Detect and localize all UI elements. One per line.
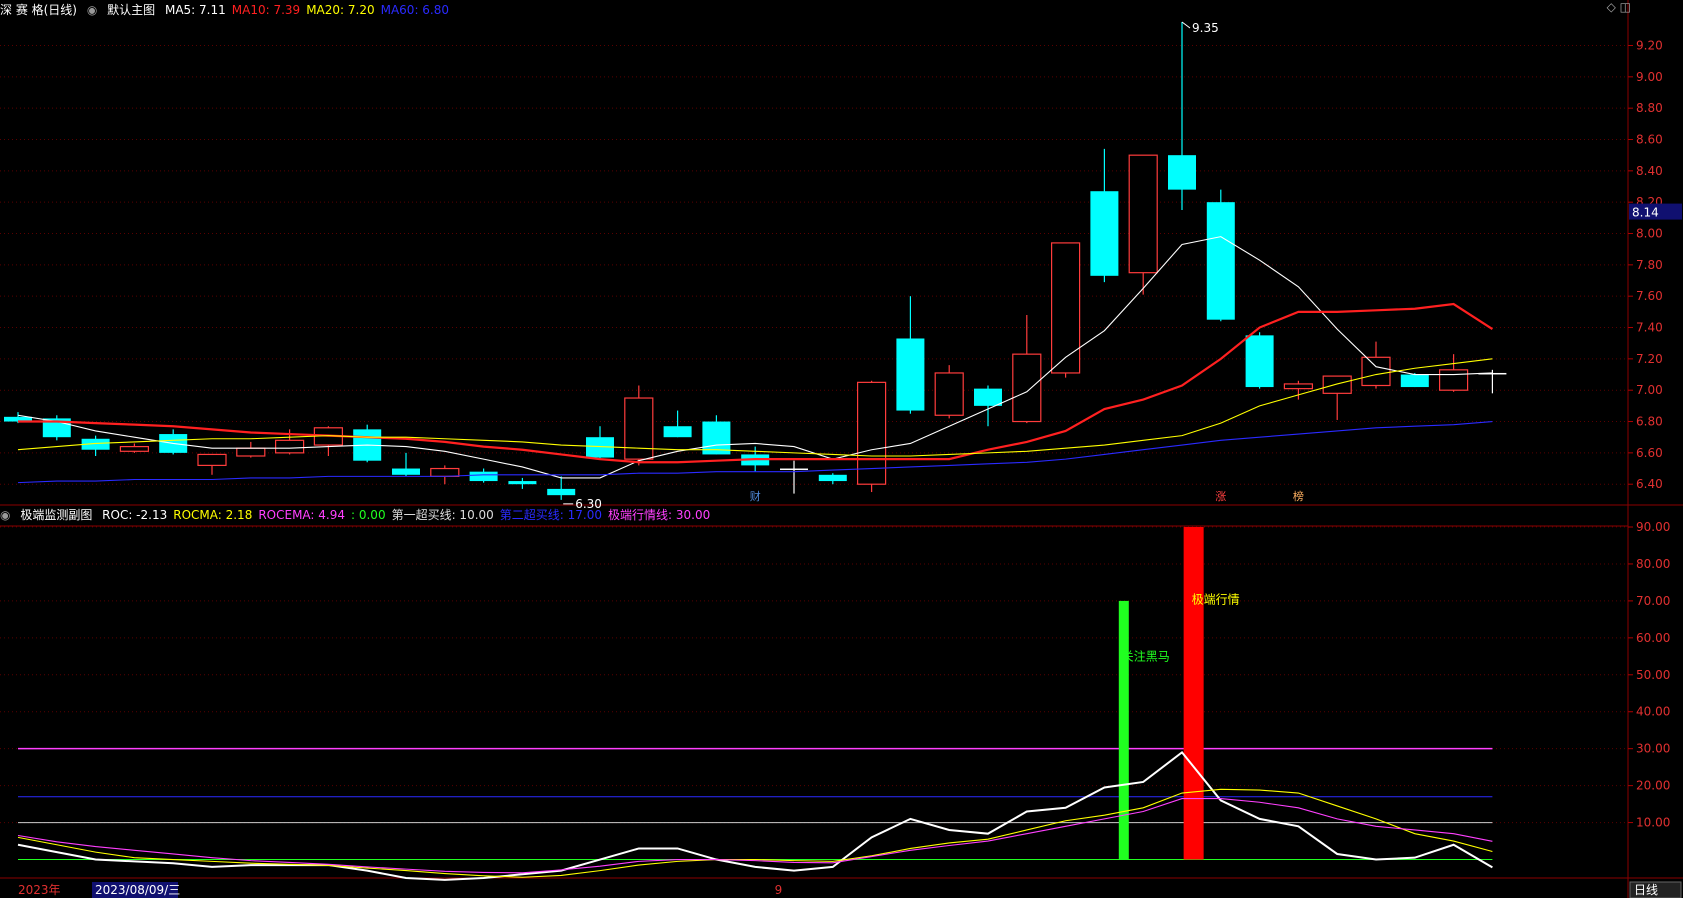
high-price-label: 9.35 bbox=[1192, 21, 1219, 35]
candle-body-down bbox=[663, 426, 692, 438]
sub-line-rocema bbox=[17, 798, 1493, 874]
sub-legend-item-2: ROCEMA: 4.94 bbox=[258, 508, 345, 522]
candle-body-up bbox=[236, 447, 266, 457]
period-label: 日线 bbox=[1634, 883, 1658, 897]
ma-legend-item-3: MA60: 6.80 bbox=[380, 3, 450, 17]
main-panel-title[interactable]: 默认主图 bbox=[107, 3, 155, 17]
stock-name[interactable]: 深 赛 格(日线) bbox=[0, 3, 77, 17]
window-controls[interactable]: ◇ ◫ bbox=[1607, 0, 1631, 14]
price-tick-label: 6.60 bbox=[1636, 446, 1663, 460]
candle-body-up bbox=[934, 372, 964, 416]
sub-legend-item-4: 第一超买线: 10.00 bbox=[391, 508, 494, 522]
price-tick-label: 6.80 bbox=[1636, 415, 1663, 429]
signal-label: 关注黑马 bbox=[1122, 648, 1170, 663]
price-tick-label: 8.80 bbox=[1636, 101, 1663, 115]
candle-body-up bbox=[275, 439, 305, 454]
ma-legend-item-1: MA10: 7.39 bbox=[231, 3, 301, 17]
price-tick-label: 7.40 bbox=[1636, 321, 1663, 335]
sub-tick-label: 90.00 bbox=[1636, 520, 1670, 534]
candle-body-down bbox=[818, 474, 847, 482]
price-tick-label: 8.60 bbox=[1636, 133, 1663, 147]
candle-body-up bbox=[1322, 375, 1352, 394]
ma-legend-item-0: MA5: 7.11 bbox=[164, 3, 226, 17]
price-tick-label: 9.20 bbox=[1636, 39, 1663, 53]
sub-header: ◉ 极端监测副图 ROC: -2.13 ROCMA: 2.18 ROCEMA: 4.… bbox=[0, 505, 722, 525]
sub-tick-label: 10.00 bbox=[1636, 816, 1670, 830]
sub-tick-label: 50.00 bbox=[1636, 668, 1670, 682]
candle-body-down bbox=[508, 481, 537, 485]
sub-tick-label: 30.00 bbox=[1636, 742, 1670, 756]
sub-legend-item-3: : 0.00 bbox=[351, 508, 386, 522]
sub-tick-label: 40.00 bbox=[1636, 705, 1670, 719]
candle-body-down bbox=[1245, 335, 1274, 388]
event-marker: 财 bbox=[750, 489, 761, 503]
sub-legend-item-1: ROCMA: 2.18 bbox=[173, 508, 253, 522]
candle-body-down bbox=[392, 468, 420, 475]
signal-bar bbox=[1183, 527, 1204, 860]
price-tick-label: 9.00 bbox=[1636, 70, 1663, 84]
sub-tick-label: 20.00 bbox=[1636, 779, 1670, 793]
candle-body-up bbox=[1438, 369, 1469, 391]
event-marker: 涨 bbox=[1215, 490, 1226, 503]
diamond-icon[interactable]: ◇ bbox=[1607, 0, 1616, 14]
stock-chart[interactable]: 9.209.008.808.608.408.208.007.807.607.40… bbox=[0, 0, 1683, 898]
sub-menu-icon[interactable]: ◉ bbox=[0, 508, 10, 522]
month-label: 9 bbox=[775, 883, 783, 897]
sub-tick-label: 70.00 bbox=[1636, 594, 1670, 608]
candle-body-down bbox=[974, 388, 1002, 406]
sub-line-rocma bbox=[17, 788, 1493, 878]
candle-body-up bbox=[1361, 356, 1391, 387]
high-pointer bbox=[1181, 21, 1191, 29]
sub-tick-label: 80.00 bbox=[1636, 557, 1670, 571]
current-price-label: 8.14 bbox=[1632, 206, 1659, 220]
candle-body-down bbox=[780, 468, 808, 471]
candle-body-up bbox=[624, 397, 654, 460]
price-tick-label: 8.40 bbox=[1636, 164, 1663, 178]
candle-body-down bbox=[1090, 191, 1119, 276]
price-tick-label: 7.00 bbox=[1636, 383, 1663, 397]
sub-panel-title[interactable]: 极端监测副图 bbox=[20, 508, 92, 522]
candle-body-up bbox=[430, 467, 460, 477]
candle-body-up bbox=[197, 453, 227, 466]
event-marker: 榜 bbox=[1293, 489, 1304, 503]
candle-body-down bbox=[547, 488, 576, 496]
main-header: 深 赛 格(日线) ◉ 默认主图 MA5: 7.11 MA10: 7.39 MA20… bbox=[0, 0, 461, 20]
price-tick-label: 6.40 bbox=[1636, 477, 1663, 491]
cursor-date-label: 2023/08/09/三 bbox=[95, 883, 180, 897]
ma-legend: MA5: 7.11 MA10: 7.39 MA20: 7.20 MA60: 6.80 bbox=[165, 3, 455, 17]
signal-label: 极端行情 bbox=[1192, 592, 1240, 606]
candle-body-down bbox=[896, 338, 925, 411]
price-tick-label: 7.80 bbox=[1636, 258, 1663, 272]
price-tick-label: 7.60 bbox=[1636, 289, 1663, 303]
sub-legend-item-6: 极端行情线: 30.00 bbox=[608, 508, 711, 522]
candle-body-down bbox=[469, 471, 498, 482]
price-tick-label: 8.00 bbox=[1636, 227, 1663, 241]
candle-body-up bbox=[1128, 154, 1158, 274]
candle-body-down bbox=[1168, 155, 1196, 190]
candle-body-up bbox=[119, 445, 150, 452]
sub-legend: ROC: -2.13 ROCMA: 2.18 ROCEMA: 4.94 : 0.00 第… bbox=[102, 508, 716, 522]
sub-legend-item-0: ROC: -2.13 bbox=[102, 508, 168, 522]
candle-body-up bbox=[1050, 242, 1081, 374]
candle-body-up bbox=[1012, 353, 1042, 423]
sub-legend-item-5: 第二超买线: 17.00 bbox=[499, 508, 603, 522]
candle-body-down bbox=[1206, 202, 1235, 320]
candle-body-up bbox=[1283, 383, 1314, 390]
candle-body-down bbox=[1400, 374, 1429, 388]
year-label: 2023年 bbox=[18, 883, 61, 897]
ma-legend-item-2: MA20: 7.20 bbox=[306, 3, 375, 17]
price-tick-label: 7.20 bbox=[1636, 352, 1663, 366]
panel-menu-icon[interactable]: ◉ bbox=[87, 3, 97, 17]
signal-bar bbox=[1118, 600, 1129, 860]
restore-icon[interactable]: ◫ bbox=[1620, 0, 1631, 14]
sub-tick-label: 60.00 bbox=[1636, 631, 1670, 645]
